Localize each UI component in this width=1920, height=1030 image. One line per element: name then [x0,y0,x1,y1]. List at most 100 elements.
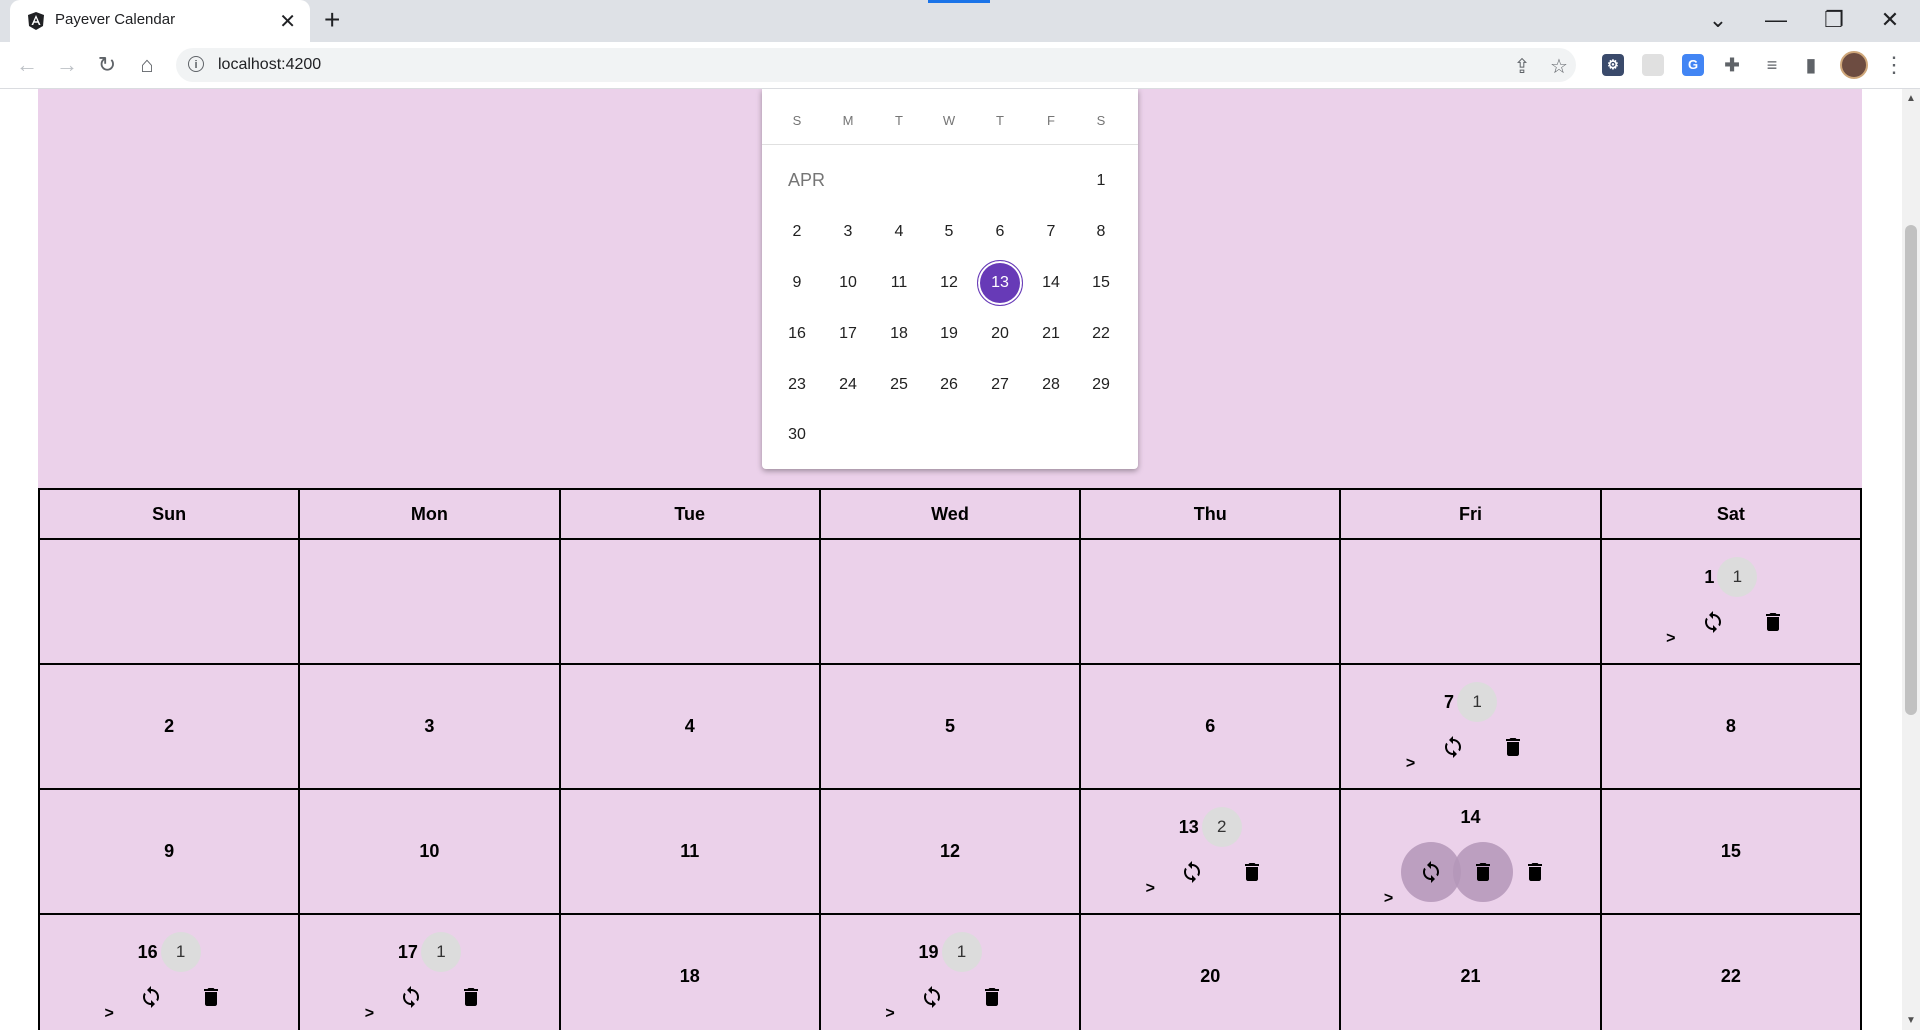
calendar-day-cell[interactable] [37,538,301,665]
tab-close-icon[interactable]: ✕ [279,9,296,34]
sync-icon[interactable] [1433,727,1473,767]
calendar-day-cell[interactable] [558,538,821,665]
sync-icon[interactable] [1172,852,1212,892]
menu-icon[interactable]: ⋮ [1883,52,1905,78]
datepicker-day[interactable]: 28 [1029,363,1073,407]
reload-icon[interactable]: ↻ [92,52,122,78]
expand-toggle[interactable]: > [1138,880,1162,898]
datepicker-day[interactable]: 20 [978,312,1022,356]
datepicker-day[interactable]: 12 [927,261,971,305]
calendar-day-cell[interactable]: 3 [298,663,561,790]
datepicker-day[interactable]: 1 [1079,159,1123,203]
bookmark-star-icon[interactable]: ☆ [1547,54,1571,79]
datepicker-day[interactable]: 11 [877,261,921,305]
datepicker-day[interactable]: 10 [826,261,870,305]
expand-toggle[interactable]: > [1659,630,1683,648]
datepicker-day[interactable]: 25 [877,363,921,407]
calendar-day-cell[interactable] [298,538,561,665]
sync-icon[interactable] [1693,602,1733,642]
site-info-icon[interactable]: i [188,56,204,72]
expand-toggle[interactable]: > [1377,890,1401,908]
datepicker-day-selected[interactable]: 13 [977,260,1023,306]
scroll-up-icon[interactable]: ▲ [1906,93,1916,104]
datepicker-day[interactable]: 16 [775,312,819,356]
sync-icon[interactable] [912,977,952,1017]
calendar-day-cell[interactable]: 7 1 > [1339,663,1602,790]
profile-avatar[interactable] [1840,51,1868,79]
calendar-day-cell[interactable]: 13 2 > [1079,788,1342,915]
tab-search-icon[interactable]: ⌄ [1698,6,1738,34]
puzzle-icon[interactable]: ✚ [1721,54,1743,76]
calendar-day-cell[interactable]: 9 [37,788,301,915]
delete-icon[interactable] [1232,852,1272,892]
calendar-day-cell[interactable]: 17 1 > [298,913,561,1030]
restore-button[interactable]: ❐ [1814,6,1854,34]
calendar-day-cell[interactable]: 15 [1599,788,1863,915]
minimize-button[interactable]: — [1756,6,1796,34]
expand-toggle[interactable]: > [97,1005,121,1023]
expand-toggle[interactable]: > [357,1005,381,1023]
scroll-down-icon[interactable]: ▼ [1906,1015,1916,1026]
media-control-icon[interactable]: ≡ [1761,54,1783,76]
expand-toggle[interactable]: > [1399,755,1423,773]
calendar-day-cell[interactable] [1339,538,1602,665]
calendar-day-cell[interactable]: 6 [1079,663,1342,790]
calendar-day-cell[interactable]: 19 1 > [818,913,1082,1030]
calendar-day-cell[interactable]: 14 > [1339,788,1602,915]
sync-icon[interactable] [1400,842,1461,902]
calendar-day-cell[interactable]: 20 [1079,913,1342,1030]
calendar-day-cell[interactable]: 8 [1599,663,1863,790]
address-bar[interactable]: i localhost:4200 ⇪ ☆ [176,48,1576,82]
delete-icon[interactable] [972,977,1012,1017]
close-window-button[interactable]: ✕ [1870,6,1910,34]
datepicker-day[interactable]: 24 [826,363,870,407]
back-icon[interactable]: ← [12,52,42,78]
calendar-day-cell[interactable]: 16 1 > [37,913,301,1030]
datepicker-day[interactable]: 15 [1079,261,1123,305]
datepicker-day[interactable]: 3 [826,210,870,254]
calendar-day-cell[interactable]: 4 [558,663,821,790]
datepicker-day[interactable]: 30 [775,413,819,457]
datepicker-day[interactable]: 7 [1029,210,1073,254]
datepicker-day[interactable]: 19 [927,312,971,356]
datepicker-day[interactable]: 5 [927,210,971,254]
extension-icon[interactable] [1642,54,1664,76]
datepicker-day[interactable]: 2 [775,210,819,254]
google-translate-icon[interactable]: G [1682,54,1704,76]
calendar-day-cell[interactable]: 12 [818,788,1082,915]
calendar-day-cell[interactable]: 22 [1599,913,1863,1030]
delete-icon[interactable] [1515,852,1555,892]
sync-icon[interactable] [131,977,171,1017]
calendar-day-cell[interactable]: 21 [1339,913,1602,1030]
delete-icon[interactable] [451,977,491,1017]
datepicker-day[interactable]: 22 [1079,312,1123,356]
datepicker-day[interactable]: 17 [826,312,870,356]
calendar-day-cell[interactable]: 1 1 > [1599,538,1863,665]
datepicker-day[interactable]: 8 [1079,210,1123,254]
side-panel-icon[interactable]: ▮ [1800,54,1822,76]
datepicker-day[interactable]: 27 [978,363,1022,407]
delete-icon[interactable] [1753,602,1793,642]
datepicker-day[interactable]: 6 [978,210,1022,254]
datepicker-day[interactable]: 9 [775,261,819,305]
datepicker-day[interactable]: 14 [1029,261,1073,305]
extension-icon[interactable]: ⚙ [1602,54,1624,76]
forward-icon[interactable]: → [52,52,82,78]
datepicker-day[interactable]: 23 [775,363,819,407]
datepicker-day[interactable]: 26 [927,363,971,407]
url-text[interactable]: localhost:4200 [218,56,321,74]
new-tab-button[interactable]: + [324,6,340,34]
browser-tab[interactable]: Payever Calendar ✕ [10,0,310,42]
datepicker-day[interactable]: 29 [1079,363,1123,407]
calendar-day-cell[interactable]: 11 [558,788,821,915]
delete-icon[interactable] [1452,842,1513,902]
calendar-day-cell[interactable] [818,538,1082,665]
calendar-day-cell[interactable]: 5 [818,663,1082,790]
calendar-day-cell[interactable]: 10 [298,788,561,915]
datepicker-day[interactable]: 4 [877,210,921,254]
calendar-day-cell[interactable] [1079,538,1342,665]
calendar-day-cell[interactable]: 2 [37,663,301,790]
sync-icon[interactable] [391,977,431,1017]
expand-toggle[interactable]: > [878,1005,902,1023]
datepicker-day[interactable]: 18 [877,312,921,356]
